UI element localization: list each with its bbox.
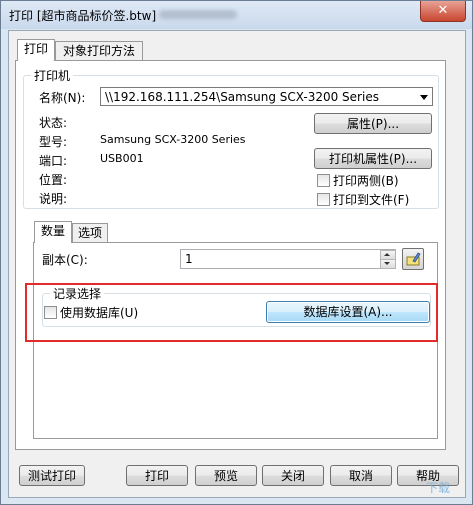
printer-name-value: \\192.168.111.254\Samsung SCX-3200 Serie… [105,90,379,104]
duplex-label: 打印两侧(B) [333,174,399,188]
window-title: 打印 [超市商品标价签.btw] [9,9,157,23]
status-label: 状态: [39,116,68,130]
tab-quantity[interactable]: 数量 [34,221,72,243]
print-button[interactable]: 打印 [126,465,188,486]
close-icon: ✕ [437,3,449,18]
printer-group-legend: 打印机 [34,69,71,83]
tab-print[interactable]: 打印 [17,39,55,61]
title-bar[interactable]: 打印 [超市商品标价签.btw] ✕ [1,1,472,29]
port-value: USB001 [100,152,144,165]
tab-object-print-method[interactable]: 对象打印方法 [55,41,143,61]
close-button[interactable]: 关闭 [262,465,324,486]
properties-button[interactable]: 属性(P)... [314,113,432,134]
model-label: 型号: [39,135,68,149]
copies-label: 副本(C): [42,253,88,267]
watermark: 下载 [425,481,450,495]
copies-value: 1 [185,252,193,266]
blurred-title-text [159,10,237,19]
copies-spinner[interactable]: 1 [180,249,396,269]
tab-options[interactable]: 选项 [72,223,108,243]
chevron-down-icon [420,95,428,100]
pencil-icon [406,252,421,266]
printer-properties-button[interactable]: 打印机属性(P)... [314,148,432,169]
printer-name-label: 名称(N): [39,91,86,105]
copies-spin-buttons [380,250,396,269]
duplex-checkbox[interactable] [317,174,330,187]
printer-name-select[interactable]: \\192.168.111.254\Samsung SCX-3200 Serie… [100,87,433,106]
print-tab-panel: 打印机 名称(N): \\192.168.111.254\Samsung SCX… [15,60,446,450]
model-value: Samsung SCX-3200 Series [100,133,246,146]
dialog-client-area: 打印 对象打印方法 打印机 名称(N): \\192.168.111.254\S… [8,30,466,498]
print-dialog: 打印 [超市商品标价签.btw] ✕ 打印 对象打印方法 打印机 名称(N): … [0,0,473,505]
comment-label: 说明: [39,192,68,206]
port-label: 端口: [39,154,68,168]
test-print-button[interactable]: 测试打印 [19,465,85,486]
highlight-box [25,283,438,342]
location-label: 位置: [39,173,68,187]
print-to-file-checkbox[interactable] [317,193,330,206]
cancel-button[interactable]: 取消 [330,465,392,486]
print-to-file-label: 打印到文件(F) [333,193,410,207]
preview-button[interactable]: 预览 [195,465,257,486]
copies-edit-button[interactable] [402,248,424,270]
spin-down-icon[interactable] [380,259,396,269]
close-window-button[interactable]: ✕ [420,1,466,22]
